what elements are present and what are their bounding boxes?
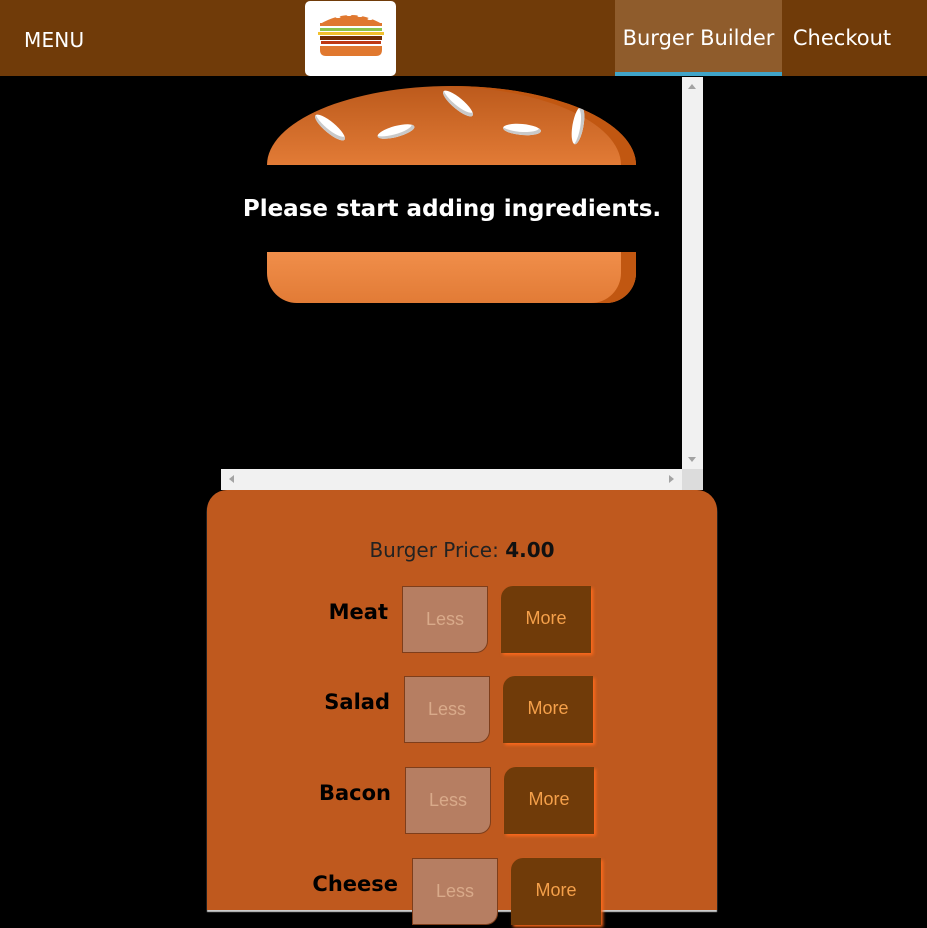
burger-preview: Please start adding ingredients. [221,77,703,490]
more-bacon-button[interactable]: More [504,767,594,834]
more-meat-button[interactable]: More [501,586,591,653]
scroll-down-arrow-icon[interactable] [688,457,696,462]
less-salad-button[interactable]: Less [404,676,490,743]
burger-logo-icon [318,14,384,56]
price-label: Burger Price: [369,538,499,562]
seed [311,111,349,144]
nav-checkout[interactable]: Checkout [782,0,902,76]
bread-top [267,86,636,165]
price-value: 4.00 [505,538,555,562]
nav-burger-builder[interactable]: Burger Builder [615,0,782,76]
vertical-scrollbar[interactable] [682,77,703,469]
burger-logo[interactable] [305,1,396,76]
scroll-up-arrow-icon[interactable] [688,84,696,89]
seed [439,87,477,120]
horizontal-scrollbar[interactable] [221,469,682,490]
empty-burger-message: Please start adding ingredients. [242,196,662,222]
seed [376,121,416,142]
ingredient-label: Meat [328,600,388,624]
bread-bottom [267,252,636,303]
scroll-right-arrow-icon[interactable] [669,475,674,483]
scroll-left-arrow-icon[interactable] [229,475,234,483]
less-meat-button[interactable]: Less [402,586,488,653]
toolbar: MENU Burger Builder Checkout [0,0,927,76]
build-controls: Burger Price: 4.00 Meat Less More Salad … [207,490,717,925]
more-cheese-button[interactable]: More [511,858,601,925]
seed [569,105,587,146]
less-bacon-button[interactable]: Less [405,767,491,834]
menu-toggle[interactable]: MENU [24,28,84,52]
seed [502,122,542,137]
less-cheese-button[interactable]: Less [412,858,498,925]
scrollbar-corner [682,469,703,490]
more-salad-button[interactable]: More [503,676,593,743]
ingredient-label: Bacon [318,781,391,805]
burger-price: Burger Price: 4.00 [207,538,717,562]
ingredient-label: Salad [324,690,390,714]
ingredient-label: Cheese [312,872,398,896]
